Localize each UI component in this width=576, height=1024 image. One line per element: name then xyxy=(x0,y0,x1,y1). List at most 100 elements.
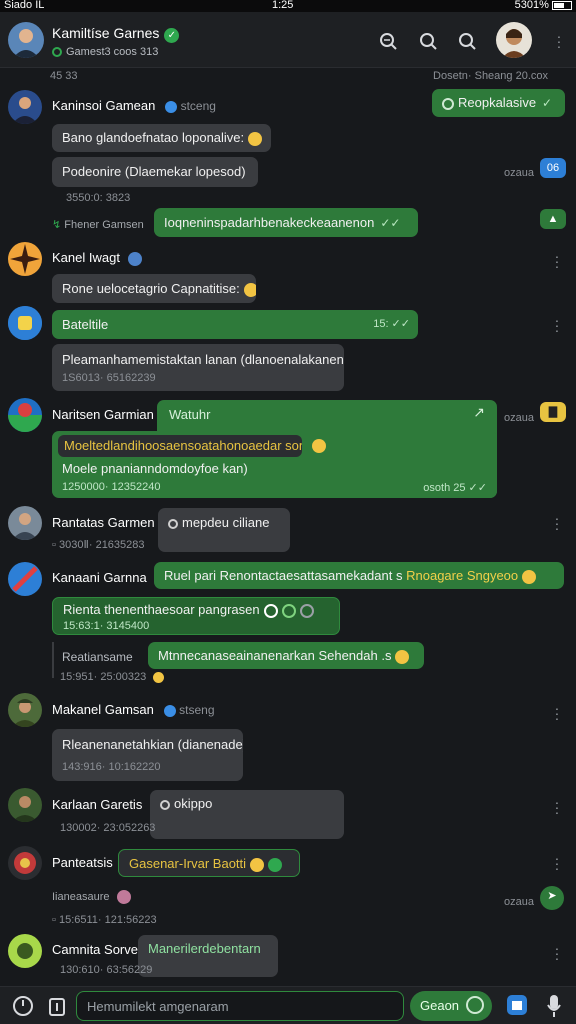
message-bubble[interactable]: Bateltile 15: ✓✓ xyxy=(52,310,418,339)
card-timestamp: 1250000· 12352240 xyxy=(62,481,161,493)
attach-icon[interactable] xyxy=(48,995,66,1017)
folder-icon[interactable]: ▇ xyxy=(540,402,566,422)
avatar-slash-icon xyxy=(8,562,42,596)
thread-line xyxy=(52,642,54,678)
message-text: Pleamanhamemistaktan lanan (dlanoenalaka… xyxy=(62,352,344,367)
message-timestamp: 15:951· 25:00323 xyxy=(60,671,165,683)
emoji-icon xyxy=(268,857,283,872)
chat-bubble-icon[interactable]: 06 xyxy=(540,158,566,178)
send-button[interactable]: Geaon xyxy=(410,991,492,1021)
message-bubble[interactable]: Bano glandoefnatao loponalive: xyxy=(52,124,271,152)
message-status: 15: ✓✓ xyxy=(373,318,410,330)
status-icon xyxy=(160,799,170,810)
avatar-burst-icon xyxy=(8,242,42,276)
reply-bubble[interactable]: Ruel pari Renontactaesattasamekadant s R… xyxy=(154,562,564,589)
card-status-text: osoth 25 xyxy=(423,482,466,494)
profile-avatar[interactable] xyxy=(496,22,532,58)
sender-avatar[interactable] xyxy=(8,846,42,880)
card-status: osoth 25 ✓✓ xyxy=(423,482,487,494)
message-bubble[interactable]: Rienta thenenthaesoar pangrasen 15:63:1·… xyxy=(52,597,340,635)
microphone-icon[interactable] xyxy=(546,993,562,1019)
more-options-icon[interactable]: · · · xyxy=(554,795,560,819)
reply-accent-text: Rnoagare Sngyeoo xyxy=(406,568,519,583)
message-bubble[interactable]: Rleanenanetahkian (dianenade) 143:916· 1… xyxy=(52,729,243,781)
sender-name-text: Kanel Iwagt xyxy=(52,250,120,265)
message-line: Rienta thenenthaesoar pangrasen xyxy=(63,602,314,618)
chat-title-text: Kamiltíse Garnes xyxy=(52,25,160,41)
share-icon[interactable]: ▲ xyxy=(540,209,566,229)
status-time: 1:25 xyxy=(272,0,294,11)
message-bubble[interactable]: Mtnnecanaseainanenarkan Sehendah .s xyxy=(148,642,424,669)
sender-avatar[interactable] xyxy=(8,306,42,340)
message-timestamp-text: 15:6511· 121:56223 xyxy=(58,914,157,926)
message-list[interactable]: 45 33 Dosetn· Sheang 20.cox Kaninsoi Gam… xyxy=(0,68,576,986)
more-options-icon[interactable]: · · · xyxy=(554,249,560,273)
sub-text: Iianeasaure xyxy=(52,890,131,904)
message-bubble[interactable]: Ioqneninspadarhbenakeckeaanenon ✓✓ xyxy=(154,208,418,237)
sender-avatar[interactable] xyxy=(8,398,42,432)
more-options-icon[interactable]: · · · xyxy=(554,851,560,875)
more-options-icon[interactable]: · · · xyxy=(554,313,560,337)
sender-name-text: Kaninsoi Gamean xyxy=(52,98,156,113)
chat-subtitle-text: Gamest3 coos 313 xyxy=(66,46,159,58)
battery-indicator: 5301% xyxy=(515,0,572,11)
sticker-icon[interactable] xyxy=(506,993,528,1017)
search-icon[interactable] xyxy=(378,31,398,51)
reaction-icon xyxy=(281,603,296,618)
message-bubble[interactable]: mepdeu ciliane xyxy=(158,508,290,552)
expand-icon[interactable]: ↗ xyxy=(473,404,485,421)
sender-avatar[interactable] xyxy=(8,693,42,727)
sender-avatar[interactable] xyxy=(8,242,42,276)
message-bubble[interactable]: okippo xyxy=(150,790,344,839)
sender-name: Naritsen Garmian xyxy=(52,407,154,422)
emoji-icon xyxy=(395,649,410,664)
message-text: Bateltile xyxy=(62,317,109,332)
send-label: Geaon xyxy=(420,998,460,1013)
message-text: okippo xyxy=(174,796,213,811)
share-icon[interactable]: ➤ xyxy=(540,886,564,910)
message-timestamp: 143:916· 10:162220 xyxy=(62,761,161,773)
message-text: Rone uelocetagrio Capnatitise: xyxy=(62,281,240,296)
search-messages-icon[interactable] xyxy=(418,31,438,51)
more-options-icon[interactable]: · · · xyxy=(554,701,560,725)
message-composer: Hemumilekt amgenaram Geaon xyxy=(0,986,576,1024)
message-bubble[interactable]: Gasenar-Irvar Baotti xyxy=(118,849,300,877)
message-text: Ioqneninspadarhbenakeckeaanenon xyxy=(164,215,375,230)
sender-name: Kanaani Garnna xyxy=(52,570,147,585)
message-input[interactable]: Hemumilekt amgenaram xyxy=(76,991,404,1021)
card-body[interactable]: Moeltedlandihoosaensoatahonoaedar sony M… xyxy=(52,431,497,498)
like-icon xyxy=(466,996,484,1014)
emoji-icon xyxy=(522,569,537,584)
side-label: ozaua xyxy=(504,167,534,179)
message-text: Gasenar-Irvar Baotti xyxy=(129,856,247,871)
more-options-icon[interactable]: · · · xyxy=(554,941,560,965)
sender-tag: stceng xyxy=(180,99,216,113)
message-bubble[interactable]: Pleamanhamemistaktan lanan (dlanoenalaka… xyxy=(52,344,344,391)
sender-avatar[interactable] xyxy=(8,90,42,124)
carrier-label: Siado IL xyxy=(4,0,45,11)
message-line: okippo xyxy=(160,796,212,811)
battery-icon xyxy=(552,0,572,10)
message-bubble[interactable]: Podeonire (Dlaemekar lopesod) xyxy=(52,157,258,187)
avatar-flag-icon xyxy=(8,398,42,432)
date-meta-left: 45 33 xyxy=(50,70,78,82)
sender-avatar[interactable] xyxy=(8,934,42,968)
message-bubble[interactable]: Manerilerdebentarn xyxy=(138,935,278,977)
group-avatar[interactable] xyxy=(8,22,44,58)
clock-icon[interactable] xyxy=(12,995,34,1017)
date-meta-right: Dosetn· Sheang 20.cox xyxy=(433,70,548,82)
side-label: ozaua xyxy=(504,896,534,908)
sender-name: Kanel Iwagt xyxy=(52,250,142,266)
sender-avatar[interactable] xyxy=(8,562,42,596)
message-text: Podeonire (Dlaemekar lopesod) xyxy=(62,164,246,179)
message-bubble[interactable]: Rone uelocetagrio Capnatitise: xyxy=(52,274,256,303)
more-options-icon[interactable]: · · · xyxy=(556,29,562,53)
sender-avatar[interactable] xyxy=(8,788,42,822)
more-options-icon[interactable]: · · · xyxy=(554,511,560,535)
sender-avatar[interactable] xyxy=(8,506,42,540)
reply-bubble[interactable]: Reopkalasive ✓ xyxy=(432,89,565,117)
filter-search-icon[interactable] xyxy=(457,31,477,51)
avatar-portrait-icon xyxy=(8,90,42,124)
card-line: Moele pnanianndomdoyfoe kan) xyxy=(62,461,248,476)
forwarded-from: ↯ Fhener Gamsen xyxy=(52,218,144,231)
